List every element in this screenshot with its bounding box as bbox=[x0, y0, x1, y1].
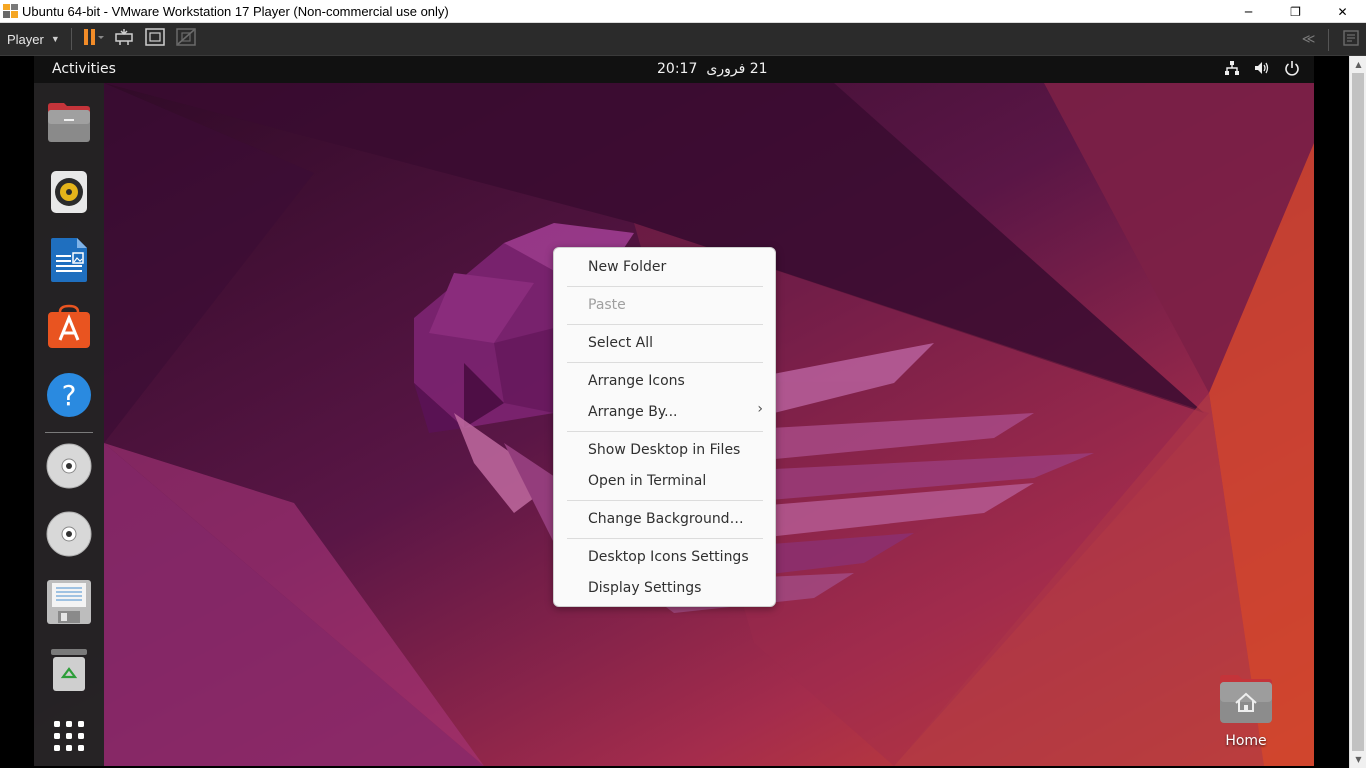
toolbar-divider bbox=[1328, 28, 1329, 51]
fullscreen-icon bbox=[145, 28, 166, 50]
send-ctrl-alt-del-button[interactable] bbox=[109, 23, 140, 56]
menu-item-display-settings[interactable]: Display Settings bbox=[588, 578, 701, 598]
vmware-app-icon bbox=[3, 3, 19, 19]
dock-separator bbox=[45, 432, 93, 433]
dock-files[interactable] bbox=[45, 101, 93, 149]
ubuntu-dock: ? bbox=[34, 83, 104, 766]
send-keys-icon bbox=[114, 28, 134, 50]
scroll-up-arrow-icon[interactable]: ▲ bbox=[1350, 56, 1366, 73]
volume-icon[interactable] bbox=[1254, 60, 1270, 80]
svg-text:?: ? bbox=[62, 379, 77, 412]
message-log-button[interactable] bbox=[1335, 23, 1366, 56]
dock-rhythmbox[interactable] bbox=[45, 170, 93, 218]
dock-show-applications[interactable] bbox=[45, 714, 93, 762]
chevron-right-icon: › bbox=[757, 401, 763, 417]
desktop-context-menu: New Folder Paste Select All Arrange Icon… bbox=[553, 247, 776, 607]
menu-item-paste: Paste bbox=[588, 297, 626, 313]
activities-button[interactable]: Activities bbox=[52, 56, 116, 83]
dock-trash[interactable] bbox=[45, 648, 93, 696]
chevron-down-icon: ▼ bbox=[50, 34, 60, 44]
menu-item-change-background[interactable]: Change Background… bbox=[588, 509, 744, 529]
ubuntu-top-bar: Activities 20:17 21 فروری bbox=[34, 56, 1314, 83]
dock-ubuntu-software[interactable] bbox=[45, 304, 93, 354]
clock-date: 21 فروری bbox=[706, 61, 768, 77]
minimize-button[interactable]: ─ bbox=[1225, 0, 1272, 23]
double-chevron-left-icon: ≪ bbox=[1301, 32, 1316, 47]
dock-help[interactable]: ? bbox=[45, 373, 93, 421]
power-icon[interactable] bbox=[1284, 60, 1300, 80]
full-screen-button[interactable] bbox=[140, 23, 171, 56]
files-icon bbox=[46, 102, 92, 148]
scrollbar-thumb[interactable] bbox=[1352, 73, 1364, 751]
menu-separator bbox=[567, 362, 763, 363]
menu-separator bbox=[567, 431, 763, 432]
player-menu-label: Player bbox=[7, 31, 44, 47]
restore-button[interactable]: ❐ bbox=[1272, 0, 1319, 23]
dock-dvd-2[interactable] bbox=[45, 511, 93, 561]
dvd-drive-icon bbox=[46, 511, 92, 561]
vm-vertical-scrollbar[interactable]: ▲ ▼ bbox=[1349, 56, 1366, 768]
menu-item-new-folder[interactable]: New Folder bbox=[588, 257, 666, 277]
desktop-home-folder[interactable] bbox=[1218, 673, 1274, 725]
menu-separator bbox=[567, 286, 763, 287]
ubuntu-software-icon bbox=[46, 304, 92, 354]
toolbar-divider bbox=[70, 28, 72, 50]
menu-item-desktop-icons-settings[interactable]: Desktop Icons Settings bbox=[588, 547, 749, 567]
scroll-down-arrow-icon[interactable]: ▼ bbox=[1350, 751, 1366, 768]
show-apps-icon bbox=[53, 720, 85, 756]
desktop-home-label: Home bbox=[1225, 733, 1267, 749]
collapse-toolbar-button[interactable]: ≪ bbox=[1293, 23, 1324, 56]
pause-icon bbox=[82, 28, 105, 50]
dvd-drive-icon bbox=[46, 443, 92, 493]
window-title: Ubuntu 64-bit - VMware Workstation 17 Pl… bbox=[22, 3, 449, 19]
system-tray[interactable] bbox=[1224, 56, 1300, 83]
menu-item-show-desktop-in-files[interactable]: Show Desktop in Files bbox=[588, 440, 740, 460]
menu-separator bbox=[567, 500, 763, 501]
clock-time: 20:17 bbox=[657, 61, 698, 77]
trash-icon bbox=[49, 647, 89, 697]
menu-separator bbox=[567, 538, 763, 539]
menu-separator bbox=[567, 324, 763, 325]
vmware-titlebar: Ubuntu 64-bit - VMware Workstation 17 Pl… bbox=[0, 0, 1366, 23]
dock-libreoffice-writer[interactable] bbox=[45, 238, 93, 286]
vmware-toolbar: Player ▼ ≪ bbox=[0, 23, 1366, 56]
close-button[interactable]: ✕ bbox=[1319, 0, 1366, 23]
player-menu-button[interactable]: Player ▼ bbox=[0, 23, 67, 56]
menu-item-open-in-terminal[interactable]: Open in Terminal bbox=[588, 471, 706, 491]
dock-floppy[interactable] bbox=[45, 580, 93, 628]
menu-item-arrange-by[interactable]: Arrange By... bbox=[588, 402, 678, 422]
clock-button[interactable]: 20:17 21 فروری bbox=[657, 56, 768, 83]
floppy-icon bbox=[46, 579, 92, 629]
dock-dvd-1[interactable] bbox=[45, 443, 93, 493]
ubuntu-screen[interactable]: Activities 20:17 21 فروری ? New Folder P… bbox=[34, 56, 1314, 766]
unity-icon bbox=[176, 28, 197, 50]
help-icon: ? bbox=[46, 372, 92, 422]
toolbar-right: ≪ bbox=[1293, 23, 1366, 56]
menu-item-select-all[interactable]: Select All bbox=[588, 333, 653, 353]
libreoffice-writer-icon bbox=[50, 237, 88, 287]
home-folder-icon bbox=[1218, 675, 1274, 729]
network-icon[interactable] bbox=[1224, 60, 1240, 80]
menu-item-arrange-icons[interactable]: Arrange Icons bbox=[588, 371, 685, 391]
window-controls: ─ ❐ ✕ bbox=[1225, 0, 1366, 23]
rhythmbox-icon bbox=[50, 170, 88, 218]
unity-mode-button[interactable] bbox=[171, 23, 202, 56]
message-log-icon bbox=[1342, 29, 1360, 51]
pause-button[interactable] bbox=[78, 23, 109, 56]
